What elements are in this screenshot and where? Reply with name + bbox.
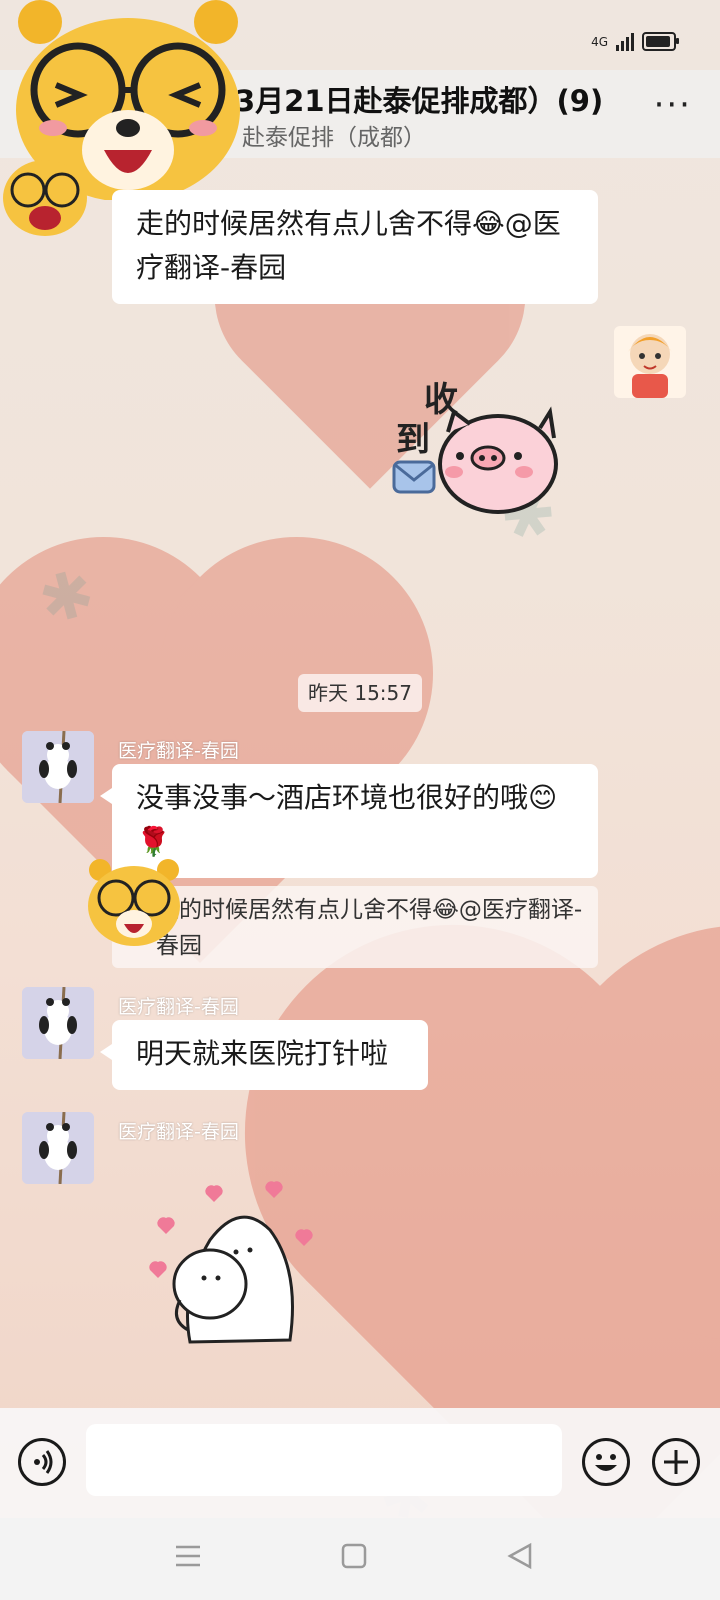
panda-avatar-icon (22, 731, 94, 803)
back-nav-icon[interactable] (506, 1542, 534, 1578)
smiley-icon (595, 1454, 617, 1471)
message-text: 没事没事～酒店环境也很好的哦😊 🌹 (136, 781, 558, 858)
message-bubble[interactable]: 明天就来医院打针啦 (100, 1020, 428, 1090)
more-options-button[interactable]: ··· (654, 88, 692, 122)
message-bubble[interactable]: 没事没事～酒店环境也很好的哦😊 🌹 (100, 764, 598, 878)
battery-icon (642, 32, 679, 51)
message-input[interactable] (86, 1424, 562, 1496)
chat-title: 3月21日赴泰促排成都）(9) (235, 84, 604, 118)
bear-sticker-mini-icon (88, 859, 180, 946)
menu-nav-icon[interactable] (174, 1542, 202, 1578)
message-text: 明天就来医院打针啦 (136, 1037, 389, 1070)
home-nav-icon[interactable] (340, 1542, 368, 1578)
status-icons: 4G (591, 32, 679, 51)
signal-icon (616, 32, 634, 51)
quoted-message[interactable]: 走的时候居然有点儿舍不得😂@医疗翻译-春园 (112, 886, 598, 968)
chat-subtitle: 赴泰促排（成都） (242, 125, 426, 151)
network-type: 4G (591, 34, 608, 49)
avatar-self[interactable] (614, 326, 686, 398)
avatar-sender[interactable] (22, 987, 94, 1059)
bear-sticker-small-icon (3, 160, 87, 236)
sender-name: 医疗翻译-春园 (118, 996, 239, 1018)
quoted-text: 走的时候居然有点儿舍不得😂@医疗翻译-春园 (156, 897, 583, 959)
chat-screen: ✱ ✱ ✱ 4G 3月21日赴泰促排成都）(9) 赴泰促排（成都） ··· (0, 0, 720, 1600)
panda-avatar-icon (22, 1112, 94, 1184)
emoji-button[interactable] (582, 1438, 630, 1486)
plus-icon (664, 1450, 688, 1474)
avatar-sender[interactable] (22, 731, 94, 803)
girl-avatar-icon (628, 334, 672, 398)
voice-input-button[interactable] (18, 1438, 66, 1486)
message-text: 走的时候居然有点儿舍不得😂@医疗翻译-春园 (136, 207, 561, 284)
sender-name: 医疗翻译-春园 (118, 740, 239, 762)
avatar-sender[interactable] (22, 1112, 94, 1184)
hug-sticker-icon[interactable] (140, 1180, 330, 1350)
panda-avatar-icon (22, 987, 94, 1059)
voice-icon (34, 1450, 53, 1474)
timestamp: 昨天 15:57 (298, 674, 422, 712)
sticker-text-bottom: 到 (396, 420, 430, 460)
add-attachment-button[interactable] (652, 1438, 700, 1486)
message-bubble[interactable]: 走的时候居然有点儿舍不得😂@医疗翻译-春园 (112, 190, 598, 304)
sender-name: 医疗翻译-春园 (118, 1121, 239, 1143)
